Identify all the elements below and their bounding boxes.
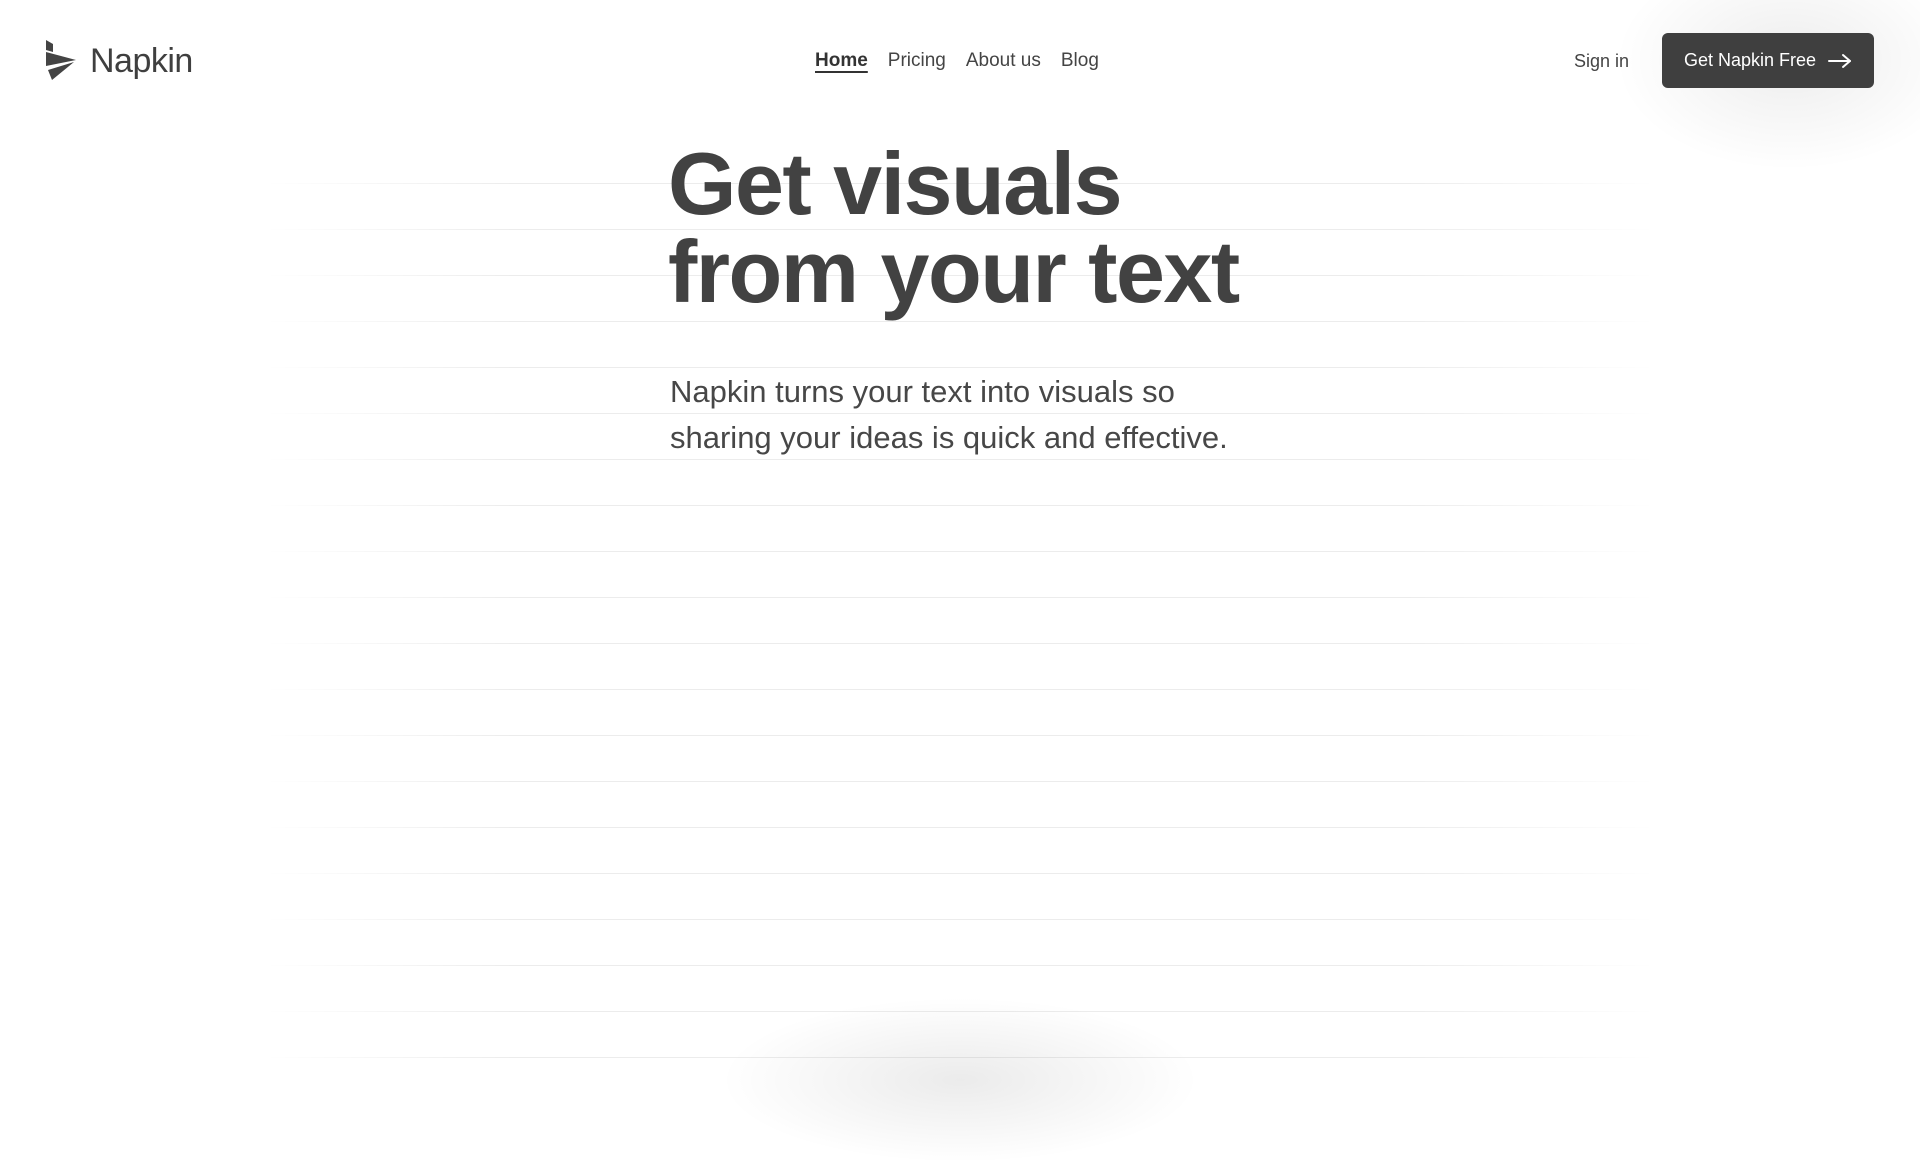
nav-about-us[interactable]: About us xyxy=(966,47,1041,75)
arrow-right-icon xyxy=(1828,53,1852,68)
brand-logo-link[interactable]: Napkin xyxy=(44,38,193,84)
bottom-glow xyxy=(700,990,1220,1170)
cta-label: Get Napkin Free xyxy=(1683,50,1817,70)
hero-subtitle: Napkin turns your text into visuals so s… xyxy=(670,374,1228,455)
brand-name: Napkin xyxy=(90,41,193,80)
hero-title-line-2: from your text xyxy=(668,222,1240,321)
hero-title-line-1: Get visuals xyxy=(668,134,1123,233)
hero-title: Get visuals from your text xyxy=(668,134,1240,321)
nav-pricing[interactable]: Pricing xyxy=(888,47,946,75)
get-napkin-free-button[interactable]: Get Napkin Free xyxy=(1662,33,1874,88)
site-header: Napkin Home Pricing About us Blog Sign i… xyxy=(0,0,1920,120)
sign-in-link[interactable]: Sign in xyxy=(1574,47,1629,75)
napkin-logo-icon xyxy=(46,40,76,80)
main-nav: Home Pricing About us Blog xyxy=(815,47,1099,75)
nav-home[interactable]: Home xyxy=(815,47,868,75)
nav-blog[interactable]: Blog xyxy=(1061,47,1099,75)
